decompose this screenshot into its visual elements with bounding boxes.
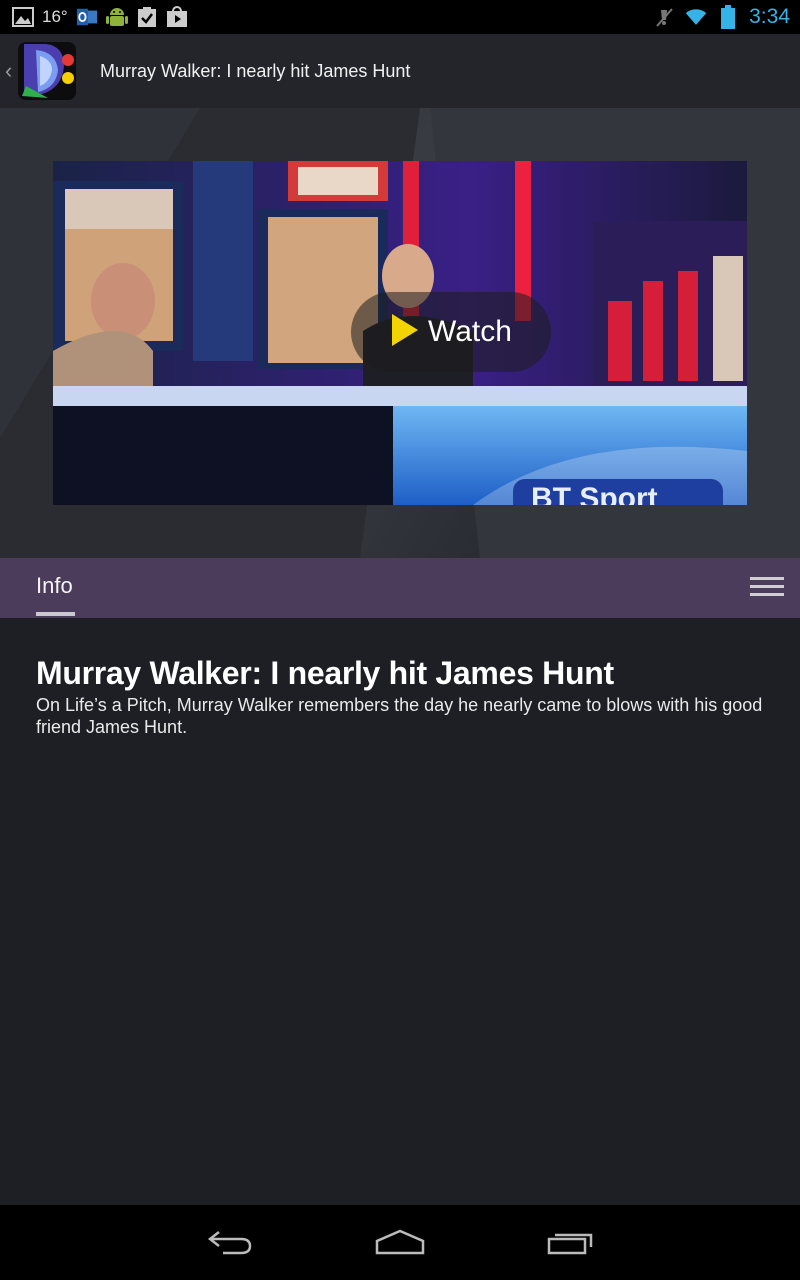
back-icon[interactable]: [195, 1219, 265, 1265]
outlook-icon: [76, 6, 98, 28]
system-icons: 3:34: [653, 4, 790, 30]
status-bar: 16° 3:34: [0, 0, 800, 34]
tab-bar: Info: [0, 558, 800, 618]
mute-icon: [653, 6, 675, 28]
article-headline: Murray Walker: I nearly hit James Hunt: [36, 655, 614, 691]
wifi-icon: [685, 6, 707, 28]
bt-sport-text: BT Sport: [531, 482, 658, 505]
page-title: Murray Walker: I nearly hit James Hunt: [100, 61, 411, 81]
clipboard-check-icon: [136, 6, 158, 28]
tab-info[interactable]: Info: [36, 558, 75, 618]
watch-button[interactable]: Watch: [351, 292, 551, 372]
chevron-left-icon: ‹: [5, 58, 13, 83]
info-content: Murray Walker: I nearly hit James Hunt O…: [36, 652, 766, 738]
play-store-icon: [166, 6, 188, 28]
action-bar: ‹ Murray Walker: I nearly hit James Hunt: [0, 34, 800, 108]
menu-icon[interactable]: [750, 577, 784, 599]
clock: 3:34: [749, 5, 790, 28]
video-thumbnail[interactable]: BT Sport Watch: [53, 161, 747, 505]
watch-label: Watch: [428, 315, 512, 348]
play-icon: [390, 313, 420, 352]
video-hero: BT Sport Watch: [0, 108, 800, 558]
image-icon: [12, 6, 34, 28]
tab-selected-indicator: [36, 612, 75, 616]
home-icon[interactable]: [365, 1219, 435, 1265]
navigation-bar: [0, 1205, 800, 1280]
battery-icon: [717, 5, 739, 29]
up-navigation-button[interactable]: ‹: [0, 34, 86, 108]
article-description: On Life’s a Pitch, Murray Walker remembe…: [36, 695, 763, 737]
app-logo: [18, 42, 76, 100]
recent-apps-icon[interactable]: [536, 1219, 606, 1265]
tab-info-label: Info: [36, 573, 73, 598]
android-icon: [105, 6, 128, 28]
notification-icons: 16°: [12, 4, 188, 30]
temperature-text: 16°: [42, 7, 68, 26]
